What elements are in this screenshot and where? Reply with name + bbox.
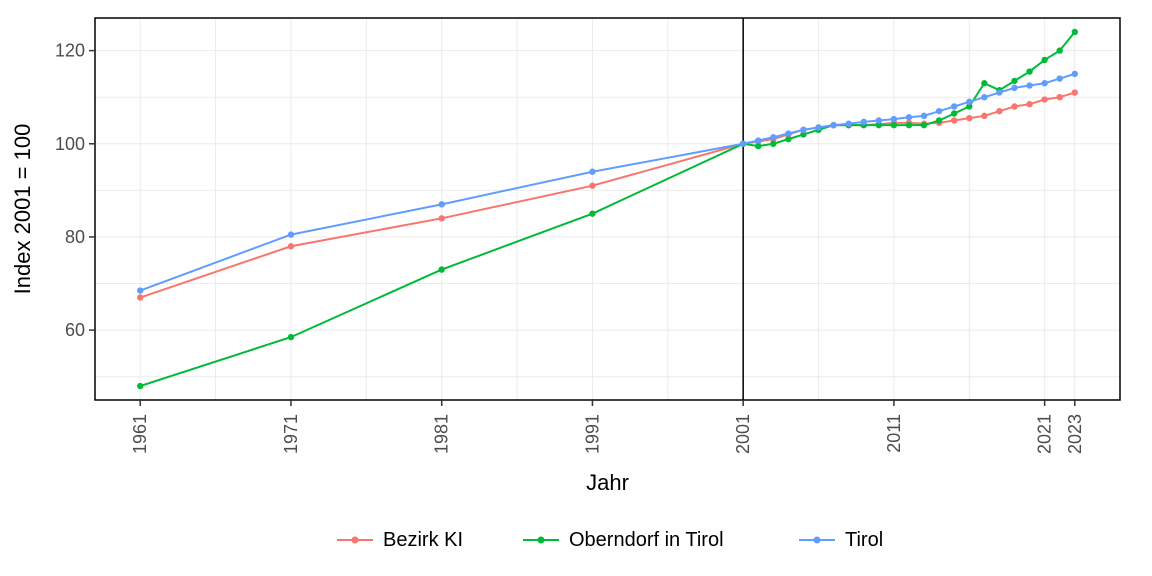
- series-point: [288, 231, 294, 237]
- series-point: [936, 117, 942, 123]
- series-point: [137, 287, 143, 293]
- series-point: [438, 201, 444, 207]
- series-point: [830, 122, 836, 128]
- series-point: [589, 169, 595, 175]
- series-point: [951, 110, 957, 116]
- x-tick-label: 1971: [281, 414, 301, 454]
- series-point: [951, 103, 957, 109]
- legend-key-point: [352, 537, 359, 544]
- y-tick-label: 120: [55, 41, 85, 61]
- series-point: [1057, 47, 1063, 53]
- legend-key-point: [814, 537, 821, 544]
- series-point: [966, 115, 972, 121]
- series-point: [438, 215, 444, 221]
- chart-container: 60 80 100 120 1961 1971 1981 1991 2001 2011 2021 20…: [0, 0, 1152, 576]
- series-point: [1057, 75, 1063, 81]
- series-point: [740, 141, 746, 147]
- x-tick-label: 1981: [432, 414, 452, 454]
- series-point: [936, 108, 942, 114]
- series-point: [921, 122, 927, 128]
- series-point: [589, 183, 595, 189]
- x-axis-title: Jahr: [586, 470, 629, 495]
- y-tick-label: 80: [65, 227, 85, 247]
- series-point: [951, 117, 957, 123]
- x-tick-label: 2001: [733, 414, 753, 454]
- series-point: [891, 122, 897, 128]
- series-point: [755, 137, 761, 143]
- series-point: [785, 130, 791, 136]
- series-point: [996, 89, 1002, 95]
- series-point: [755, 143, 761, 149]
- series-point: [1072, 29, 1078, 35]
- series-point: [1026, 82, 1032, 88]
- series-point: [1026, 101, 1032, 107]
- x-tick-label: 1991: [582, 414, 602, 454]
- series-point: [1026, 68, 1032, 74]
- legend-key-point: [538, 537, 545, 544]
- x-tick-label: 1961: [130, 414, 150, 454]
- series-point: [1041, 80, 1047, 86]
- series-point: [770, 141, 776, 147]
- series-point: [1041, 96, 1047, 102]
- series-point: [1011, 85, 1017, 91]
- series-point: [906, 122, 912, 128]
- series-point: [288, 334, 294, 340]
- series-point: [1072, 71, 1078, 77]
- series-point: [770, 134, 776, 140]
- series-point: [1057, 94, 1063, 100]
- series-point: [981, 80, 987, 86]
- series-line-1: [140, 32, 1075, 386]
- series-point: [800, 127, 806, 133]
- series-point: [1041, 57, 1047, 63]
- series-point: [876, 117, 882, 123]
- series-point: [137, 383, 143, 389]
- series-point: [438, 266, 444, 272]
- series-point: [1011, 78, 1017, 84]
- legend-label: Tirol: [845, 529, 883, 551]
- series-point: [1072, 89, 1078, 95]
- series-point: [966, 99, 972, 105]
- series-point: [981, 113, 987, 119]
- legend-label: Bezirk KI: [383, 529, 463, 551]
- series-point: [589, 210, 595, 216]
- series-point: [137, 294, 143, 300]
- line-chart: 60 80 100 120 1961 1971 1981 1991 2001 2011 2021 20…: [0, 0, 1152, 576]
- x-tick-label: 2011: [884, 414, 904, 453]
- series-point: [288, 243, 294, 249]
- series-point: [845, 121, 851, 127]
- y-axis-title: Index 2001 = 100: [10, 124, 35, 295]
- series-point: [1011, 103, 1017, 109]
- y-tick-label: 100: [55, 134, 85, 154]
- y-tick-label: 60: [65, 320, 85, 340]
- series-point: [981, 94, 987, 100]
- series-point: [891, 116, 897, 122]
- legend-label: Oberndorf in Tirol: [569, 529, 724, 551]
- series-point: [815, 124, 821, 130]
- series-point: [785, 136, 791, 142]
- series-line-0: [140, 93, 1075, 298]
- series-point: [861, 119, 867, 125]
- series-point: [906, 114, 912, 120]
- x-tick-label: 2023: [1065, 414, 1085, 454]
- series-point: [921, 113, 927, 119]
- x-tick-label: 2021: [1035, 414, 1055, 454]
- series-point: [996, 108, 1002, 114]
